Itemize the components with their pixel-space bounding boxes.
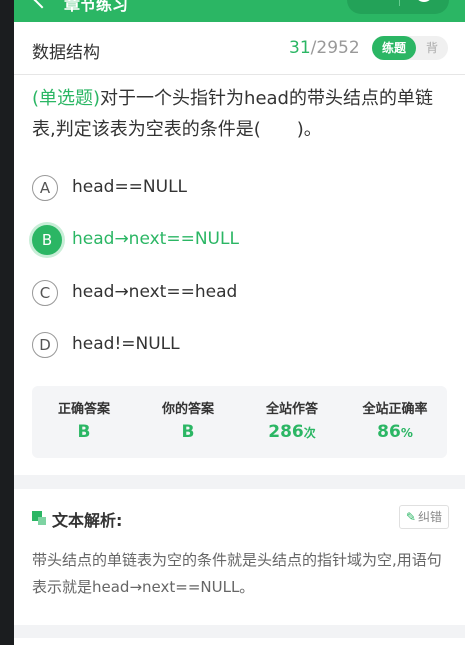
report-error-button[interactable]: ✎ 纠错 xyxy=(398,505,449,529)
left-edge-strip xyxy=(0,0,14,645)
stat-value: 86% xyxy=(343,422,447,442)
nav-capsule[interactable] xyxy=(347,0,449,14)
section-icon-square-small xyxy=(38,517,46,525)
question-card: (单选题)对于一个头指针为head的带头结点的单链表,判定该表为空表的条件是( … xyxy=(14,75,465,475)
current-index: 31 xyxy=(289,38,311,58)
stat-number: B xyxy=(181,422,195,442)
stat-unit: % xyxy=(400,426,413,440)
stat-unit: 次 xyxy=(303,426,316,440)
nav-title: 章节练习 xyxy=(64,0,129,14)
back-arrow-icon[interactable] xyxy=(33,0,51,9)
next-card xyxy=(14,638,465,645)
option-text: head→next==head xyxy=(72,282,238,302)
option-letter: D xyxy=(32,332,58,358)
stat-site-accuracy: 全站正确率 86% xyxy=(343,386,447,458)
stat-value: 286次 xyxy=(240,422,344,442)
option-text: head==NULL xyxy=(72,177,188,197)
stat-site-attempts: 全站作答 286次 xyxy=(240,386,344,458)
analysis-title: 文本解析: xyxy=(52,511,123,530)
question-header: 数据结构 31/2952 练题 背 xyxy=(14,22,465,75)
option-text: head!=NULL xyxy=(72,334,180,354)
mode-toggle: 练题 背 xyxy=(372,36,448,60)
option-letter: A xyxy=(32,175,58,201)
total-count: 2952 xyxy=(316,38,360,58)
stat-value: B xyxy=(136,422,240,442)
analysis-card: 文本解析: ✎ 纠错 带头结点的单链表为空的条件就是头结点的指针域为空,用语句表示… xyxy=(14,489,465,625)
stat-label: 全站作答 xyxy=(265,402,318,417)
stat-label: 全站正确率 xyxy=(362,402,428,417)
app-screen: 章节练习 数据结构 31/2952 练题 背 (单选题)对于一个头指针为head… xyxy=(14,0,465,645)
question-type: (单选题) xyxy=(32,88,101,109)
top-nav-bar: 章节练习 xyxy=(14,0,465,22)
stat-label: 正确答案 xyxy=(57,402,110,417)
option-b[interactable]: B head→next==NULL xyxy=(32,223,432,259)
capsule-divider xyxy=(399,0,400,6)
stat-label: 你的答案 xyxy=(161,402,214,417)
stat-your-answer: 你的答案 B xyxy=(136,386,240,458)
option-d[interactable]: D head!=NULL xyxy=(32,328,432,364)
tab-recite[interactable]: 背 xyxy=(426,36,438,60)
option-a[interactable]: A head==NULL xyxy=(32,171,432,207)
section-icon xyxy=(32,511,46,525)
tab-practice[interactable]: 练题 xyxy=(372,36,416,60)
question-counter: 31/2952 xyxy=(289,38,360,58)
timer-icon[interactable] xyxy=(415,0,433,2)
subject-title: 数据结构 xyxy=(32,43,100,63)
stat-value: B xyxy=(32,422,136,442)
option-letter: C xyxy=(32,280,58,306)
question-stem: (单选题)对于一个头指针为head的带头结点的单链表,判定该表为空表的条件是( … xyxy=(32,83,452,145)
option-letter: B xyxy=(32,225,62,255)
stat-number: 286 xyxy=(268,422,304,442)
report-label: 纠错 xyxy=(417,510,442,524)
edit-icon: ✎ xyxy=(405,510,416,524)
option-c[interactable]: C head→next==head xyxy=(32,276,432,312)
analysis-text: 带头结点的单链表为空的条件就是头结点的指针域为空,用语句表示就是head→nex… xyxy=(32,551,442,596)
answer-stats-panel: 正确答案 B 你的答案 B 全站作答 286次 全站正确率 86% xyxy=(32,386,447,458)
stat-number: B xyxy=(77,422,91,442)
option-text: head→next==NULL xyxy=(72,229,239,249)
stat-number: 86 xyxy=(377,422,401,442)
stat-correct-answer: 正确答案 B xyxy=(32,386,136,458)
